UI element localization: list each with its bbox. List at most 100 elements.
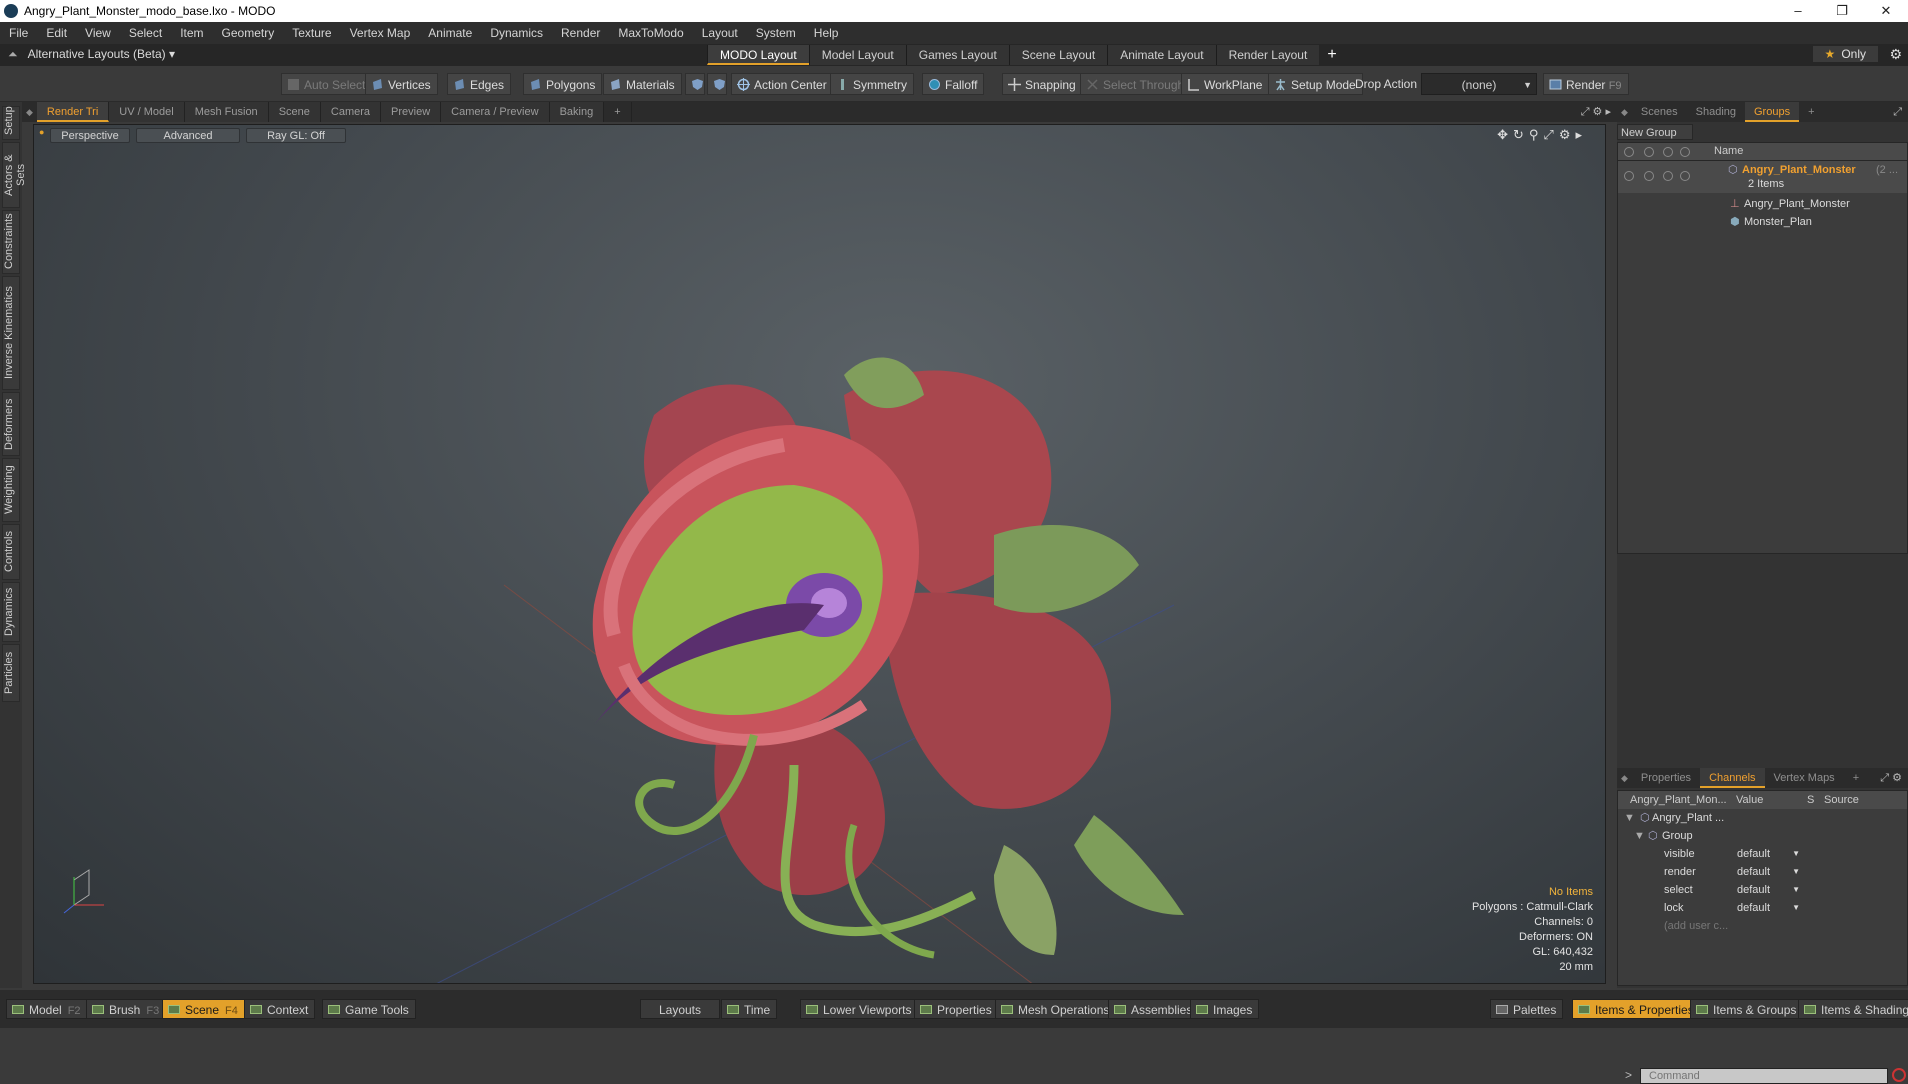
- game-tools-button[interactable]: Game Tools: [322, 999, 416, 1019]
- group-row-root[interactable]: ⬡ Angry_Plant_Monster (2 ... 2 Items: [1618, 161, 1907, 193]
- mesh-operations-button[interactable]: Mesh Operations: [995, 999, 1117, 1019]
- vtab-constraints[interactable]: Constraints: [2, 210, 20, 274]
- menu-layout[interactable]: Layout: [693, 26, 747, 40]
- menu-edit[interactable]: Edit: [37, 26, 76, 40]
- tab-channels[interactable]: Channels: [1700, 768, 1765, 788]
- properties-button[interactable]: Properties: [914, 999, 999, 1019]
- menu-help[interactable]: Help: [805, 26, 848, 40]
- menu-texture[interactable]: Texture: [283, 26, 340, 40]
- expand-panel-icon[interactable]: ⤢ ⚙: [1880, 771, 1908, 785]
- vtab-inverse-kinematics[interactable]: Inverse Kinematics: [2, 276, 20, 390]
- drop-action-select[interactable]: (none) ▼: [1421, 73, 1537, 95]
- assemblies-button[interactable]: Assemblies: [1108, 999, 1200, 1019]
- materials-button[interactable]: Materials: [603, 73, 682, 95]
- tab-groups[interactable]: Groups: [1745, 102, 1800, 122]
- add-viewport-tab-button[interactable]: +: [604, 102, 632, 122]
- tab-animate-layout[interactable]: Animate Layout: [1107, 45, 1216, 65]
- menu-maxtomodo[interactable]: MaxToModo: [609, 26, 692, 40]
- time-button[interactable]: Time: [721, 999, 778, 1019]
- tab-render-layout[interactable]: Render Layout: [1215, 45, 1320, 65]
- tab-scene[interactable]: Scene: [268, 102, 321, 122]
- setup-mode-button[interactable]: Setup Mode: [1268, 73, 1363, 95]
- tab-properties[interactable]: Properties: [1632, 768, 1700, 788]
- select-through-button[interactable]: Select Through: [1080, 73, 1192, 95]
- items-shading-button[interactable]: Items & Shading: [1798, 999, 1908, 1019]
- symmetry-button[interactable]: Symmetry: [830, 73, 914, 95]
- images-button[interactable]: Images: [1190, 999, 1260, 1019]
- workplane-button[interactable]: WorkPlane: [1181, 73, 1270, 95]
- menu-view[interactable]: View: [76, 26, 120, 40]
- expand-arrow-icon[interactable]: ▼: [1624, 809, 1635, 827]
- palettes-button[interactable]: Palettes: [1490, 999, 1564, 1019]
- menu-vertex-map[interactable]: Vertex Map: [341, 26, 420, 40]
- add-layout-button[interactable]: +: [1319, 45, 1344, 65]
- channel-value-select[interactable]: default ▼: [1735, 846, 1803, 862]
- context-mode-button[interactable]: Context: [244, 999, 316, 1019]
- channel-row[interactable]: select default ▼: [1618, 881, 1907, 899]
- gear-icon[interactable]: ⚙: [1889, 46, 1902, 63]
- vtab-weighting[interactable]: Weighting: [2, 458, 20, 522]
- visibility-icon[interactable]: [1624, 171, 1634, 181]
- restore-button[interactable]: ❐: [1820, 3, 1864, 19]
- alternative-layouts-dropdown[interactable]: ⏶ Alternative Layouts (Beta) ▾: [8, 47, 175, 62]
- items-groups-button[interactable]: Items & Groups: [1690, 999, 1804, 1019]
- tab-preview[interactable]: Preview: [381, 102, 442, 122]
- close-button[interactable]: ✕: [1864, 3, 1908, 19]
- tab-baking[interactable]: Baking: [549, 102, 605, 122]
- tab-model-layout[interactable]: Model Layout: [808, 45, 906, 65]
- action-center-button[interactable]: Action Center: [731, 73, 834, 95]
- channel-value-select[interactable]: default ▼: [1735, 864, 1803, 880]
- vtab-dynamics[interactable]: Dynamics: [2, 582, 20, 642]
- minimize-button[interactable]: –: [1776, 3, 1820, 19]
- tab-games-layout[interactable]: Games Layout: [905, 45, 1009, 65]
- group-child-row[interactable]: ⬢ Monster_Plan: [1618, 213, 1907, 231]
- expand-panel-icon[interactable]: ⤢: [1893, 106, 1908, 119]
- items-properties-button[interactable]: Items & Properties: [1572, 999, 1701, 1019]
- vertices-button[interactable]: Vertices: [365, 73, 438, 95]
- tab-vertex-maps[interactable]: Vertex Maps: [1765, 768, 1844, 788]
- tab-camera[interactable]: Camera: [320, 102, 382, 122]
- channel-item-row[interactable]: ▼ ⬡ Angry_Plant ...: [1618, 809, 1907, 827]
- tab-scene-layout[interactable]: Scene Layout: [1008, 45, 1108, 65]
- render-icon[interactable]: [1644, 147, 1654, 157]
- menu-item[interactable]: Item: [171, 26, 212, 40]
- polygons-button[interactable]: Polygons: [523, 73, 603, 95]
- new-group-button[interactable]: New Group: [1617, 124, 1693, 140]
- group-child-row[interactable]: ⊥ Angry_Plant_Monster: [1618, 195, 1907, 213]
- tab-modo-layout[interactable]: MODO Layout: [707, 45, 809, 65]
- command-input[interactable]: [1640, 1068, 1888, 1084]
- vtab-particles[interactable]: Particles: [2, 644, 20, 702]
- expand-arrow-icon[interactable]: ▼: [1634, 827, 1645, 845]
- tab-render-tri[interactable]: Render Tri: [36, 102, 110, 122]
- menu-geometry[interactable]: Geometry: [213, 26, 284, 40]
- viewport-options-icons[interactable]: ⤢ ⚙ ▸: [1581, 105, 1617, 119]
- menu-select[interactable]: Select: [120, 26, 171, 40]
- visibility-icon[interactable]: [1624, 147, 1634, 157]
- tab-uv-model[interactable]: UV / Model: [109, 102, 185, 122]
- snapping-button[interactable]: Snapping: [1002, 73, 1083, 95]
- brush-mode-button[interactable]: Brush F3: [86, 999, 167, 1019]
- select-icon[interactable]: [1663, 147, 1673, 157]
- vtab-setup[interactable]: Setup: [2, 106, 20, 140]
- auto-select-button[interactable]: Auto Select: [281, 73, 373, 95]
- menu-dynamics[interactable]: Dynamics: [481, 26, 552, 40]
- tab-scenes[interactable]: Scenes: [1632, 102, 1687, 122]
- shield-mode-button[interactable]: [685, 73, 705, 95]
- shield-mode-2-button[interactable]: [707, 73, 727, 95]
- add-user-channel-row[interactable]: (add user c...: [1618, 917, 1907, 935]
- channel-row[interactable]: lock default ▼: [1618, 899, 1907, 917]
- channel-row[interactable]: render default ▼: [1618, 863, 1907, 881]
- model-mode-button[interactable]: Model F2: [6, 999, 88, 1019]
- add-panel-tab-button[interactable]: +: [1844, 768, 1868, 788]
- lock-icon[interactable]: [1680, 147, 1690, 157]
- record-icon[interactable]: [1892, 1068, 1906, 1082]
- render-icon[interactable]: [1644, 171, 1654, 181]
- select-icon[interactable]: [1663, 171, 1673, 181]
- menu-file[interactable]: File: [0, 26, 37, 40]
- channel-group-row[interactable]: ▼ ⬡ Group: [1618, 827, 1907, 845]
- vtab-controls[interactable]: Controls: [2, 524, 20, 580]
- menu-animate[interactable]: Animate: [419, 26, 481, 40]
- tab-camera-preview[interactable]: Camera / Preview: [441, 102, 550, 122]
- channel-value-select[interactable]: default ▼: [1735, 900, 1803, 916]
- only-toggle[interactable]: ★ Only: [1812, 46, 1878, 62]
